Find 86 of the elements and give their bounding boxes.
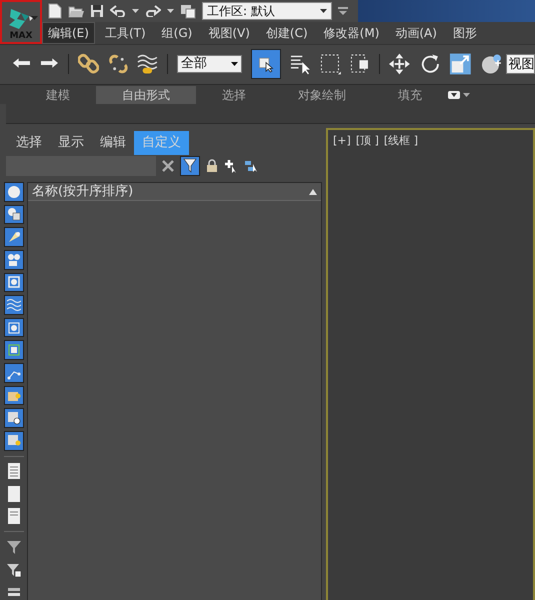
- viewport[interactable]: [+] [顶 ] [线框 ]: [326, 128, 535, 600]
- bind-space-warp-icon[interactable]: [137, 52, 158, 74]
- link-icon[interactable]: [78, 52, 99, 74]
- frame-icon: [7, 343, 21, 358]
- sort-ascending-icon: [309, 188, 317, 194]
- menu-item[interactable]: 创建(C): [260, 22, 314, 44]
- caret-icon[interactable]: [132, 9, 139, 13]
- funnel-table-icon[interactable]: [6, 562, 22, 578]
- explorer-menu-tab[interactable]: 编辑: [92, 131, 134, 155]
- caret-icon[interactable]: [230, 62, 238, 66]
- menu-item[interactable]: 工具(T): [98, 22, 152, 44]
- hidden-object-icon: [7, 434, 21, 448]
- undo-icon[interactable]: [12, 56, 31, 70]
- ribbon-tab[interactable]: 自由形式: [96, 86, 196, 104]
- page-icon[interactable]: [6, 486, 22, 502]
- sphere-icon[interactable]: [480, 52, 504, 74]
- clear-icon[interactable]: [162, 160, 174, 172]
- shapes-icon: [7, 207, 21, 222]
- move-icon[interactable]: [389, 52, 410, 74]
- filter-toggle-button[interactable]: [4, 182, 24, 202]
- funnel-icon[interactable]: [6, 538, 22, 555]
- group-icon: [7, 320, 21, 335]
- reference-coordinate-dropdown[interactable]: 视图: [506, 54, 535, 74]
- ribbon-tab[interactable]: 选择: [196, 86, 272, 104]
- unlink-icon[interactable]: [108, 52, 128, 74]
- viewport-label[interactable]: [顶 ]: [356, 133, 379, 150]
- filter-toggle-button[interactable]: [4, 408, 24, 428]
- column-header[interactable]: 名称(按升序排序): [28, 183, 321, 201]
- geometry-icon: [7, 184, 21, 199]
- filter-toggle-button[interactable]: [4, 318, 24, 338]
- list-icon[interactable]: [6, 463, 22, 480]
- redo-icon[interactable]: [40, 56, 59, 70]
- lock-icon[interactable]: [206, 159, 218, 173]
- ribbon-tab[interactable]: 填充: [372, 86, 448, 104]
- search-field[interactable]: [6, 156, 156, 176]
- filter-toggle-button[interactable]: [4, 227, 24, 247]
- ribbon-tab[interactable]: 对象绘制: [272, 86, 372, 104]
- caret-icon[interactable]: [320, 9, 327, 13]
- menu-item[interactable]: 视图(V): [202, 22, 256, 44]
- filter-toggle-button[interactable]: [4, 363, 24, 383]
- camera-icon: [7, 252, 21, 267]
- open-folder-icon[interactable]: [68, 4, 84, 18]
- window-crossing-icon[interactable]: [350, 52, 370, 74]
- menu-item[interactable]: 图形: [446, 22, 483, 44]
- helper-icon: [7, 275, 21, 290]
- explorer-menu-tab[interactable]: 选择: [8, 131, 50, 155]
- menu-item[interactable]: 动画(A): [389, 22, 443, 44]
- document-icon[interactable]: [6, 508, 22, 524]
- scale-icon[interactable]: [448, 52, 472, 76]
- logo-icon: [7, 7, 35, 31]
- add-cursor-icon[interactable]: [224, 159, 238, 173]
- viewport-label[interactable]: [线框 ]: [384, 133, 418, 150]
- rotate-icon[interactable]: [419, 52, 440, 74]
- select-object-button[interactable]: [250, 48, 281, 78]
- filter-toggle-button[interactable]: [180, 156, 200, 176]
- filter-toggle-button[interactable]: [4, 340, 24, 360]
- menu-item[interactable]: 修改器(M): [318, 22, 386, 44]
- new-file-icon[interactable]: [48, 3, 62, 19]
- undo-icon[interactable]: [110, 5, 126, 17]
- menu-item[interactable]: 组(G): [156, 22, 198, 44]
- ribbon-menu-icon[interactable]: [448, 90, 460, 98]
- viewport-label[interactable]: [+]: [333, 133, 351, 150]
- menu-item[interactable]: 编辑(E): [42, 22, 95, 44]
- customize-icon[interactable]: [338, 6, 348, 16]
- wave-icon: [7, 298, 21, 312]
- filter-toggle-button[interactable]: [4, 430, 24, 450]
- caret-icon[interactable]: [167, 9, 174, 13]
- filter-toggle-button[interactable]: [4, 386, 24, 406]
- selection-filter-dropdown[interactable]: 全部: [177, 54, 242, 72]
- save-icon[interactable]: [90, 4, 104, 18]
- filter-toggle-button[interactable]: [4, 272, 24, 292]
- redo-icon[interactable]: [145, 5, 161, 17]
- filter-toggle-button[interactable]: [4, 250, 24, 270]
- caret-icon[interactable]: [31, 16, 38, 20]
- frozen-object-icon: [7, 411, 21, 426]
- ribbon-tab[interactable]: 建模: [20, 86, 96, 104]
- select-by-name-icon[interactable]: [290, 52, 311, 74]
- workspace-dropdown[interactable]: 工作区: 默认: [202, 2, 332, 20]
- filter-toggle-button[interactable]: [4, 204, 24, 224]
- hierarchy-cursor-icon[interactable]: [244, 159, 258, 173]
- project-folder-icon[interactable]: [180, 3, 196, 19]
- explorer-menu-tab[interactable]: 显示: [50, 131, 92, 155]
- filter-icon: [183, 158, 197, 174]
- light-icon: [7, 230, 21, 244]
- filter-toggle-button[interactable]: [4, 295, 24, 315]
- rectangular-selection-icon[interactable]: [320, 52, 341, 74]
